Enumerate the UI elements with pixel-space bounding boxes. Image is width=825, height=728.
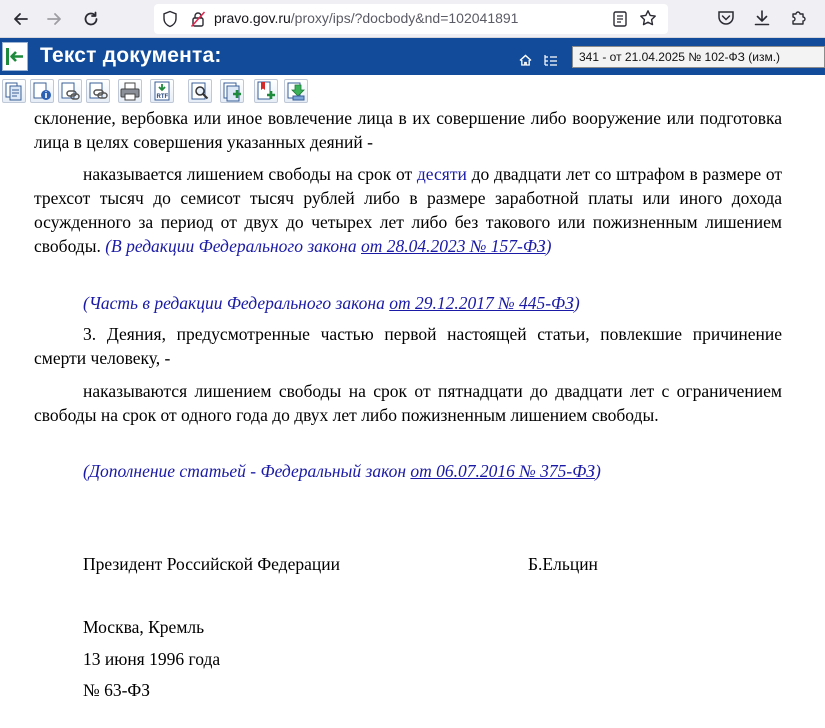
paragraph-3: 3. Деяния, предусмотренные частью первой…	[34, 324, 782, 368]
law-number: № 63-ФЗ	[83, 680, 150, 700]
law-link-157fz[interactable]: от 28.04.2023 № 157-ФЗ	[361, 236, 546, 256]
page-title: Текст документа:	[40, 44, 222, 67]
bookmark-star-icon[interactable]	[639, 9, 657, 27]
tracking-shield-icon[interactable]	[162, 10, 178, 28]
edition-note-2: (Дополнение статьей - Федеральный закон …	[34, 459, 782, 483]
reload-icon[interactable]	[80, 9, 102, 29]
back-arrow-icon[interactable]	[10, 9, 32, 29]
copy-link-icon[interactable]	[58, 79, 82, 103]
browser-toolbar: pravo.gov.ru/proxy/ips/?docbody&nd=10204…	[0, 0, 825, 38]
pocket-icon[interactable]	[716, 8, 736, 28]
term-link-desyati[interactable]: десяти	[417, 164, 467, 184]
version-select[interactable]: 341 - от 21.04.2025 № 102-ФЗ (изм.)	[572, 46, 825, 68]
edition-note-text: (В редакции Федерального закона	[105, 236, 361, 256]
export-rtf-icon[interactable]: RTF	[150, 79, 174, 103]
edition-note-2-text: (Дополнение статьей - Федеральный закон	[83, 461, 411, 481]
insecure-lock-icon[interactable]	[190, 10, 206, 28]
signing-place: Москва, Кремль	[83, 617, 205, 637]
address-bar[interactable]: pravo.gov.ru/proxy/ips/?docbody&nd=10204…	[154, 4, 668, 34]
print-icon[interactable]	[118, 79, 142, 103]
paragraph-2-text-start: наказывается лишением свободы на срок от	[83, 164, 417, 184]
law-link-375fz[interactable]: от 06.07.2016 № 375-ФЗ	[410, 461, 595, 481]
back-to-list-button[interactable]	[2, 42, 28, 71]
extensions-puzzle-icon[interactable]	[789, 8, 809, 28]
edition-note-1: (Часть в редакции Федерального закона от…	[34, 291, 782, 315]
table-of-contents-icon[interactable]	[544, 53, 558, 66]
edition-note-close: )	[545, 236, 552, 256]
edition-note-2-close: )	[594, 461, 601, 481]
download-icon[interactable]	[752, 8, 772, 28]
document-info-icon[interactable]	[30, 79, 54, 103]
exit-arrow-icon	[6, 48, 23, 65]
svg-text:RTF: RTF	[157, 94, 169, 100]
add-to-folder-icon[interactable]	[284, 79, 308, 103]
reader-view-icon[interactable]	[612, 10, 628, 28]
edition-note-1-text: (Часть в редакции Федерального закона	[83, 293, 390, 313]
add-bookmark-icon[interactable]	[254, 79, 278, 103]
signing-date: 13 июня 1996 года	[83, 649, 221, 669]
edition-note-1-close: )	[573, 293, 580, 313]
paragraph-4: наказываются лишением свободы на срок от…	[34, 381, 782, 425]
signatory-name: Б.Ельцин	[528, 554, 598, 574]
search-in-document-icon[interactable]	[188, 79, 212, 103]
copy-link-alt-icon[interactable]	[86, 79, 110, 103]
copy-document-icon[interactable]	[2, 79, 26, 103]
home-icon[interactable]	[519, 53, 532, 66]
add-to-collection-icon[interactable]	[220, 79, 244, 103]
law-link-445fz[interactable]: от 29.12.2017 № 445-ФЗ	[389, 293, 574, 313]
url-host: pravo.gov.ru	[214, 10, 291, 26]
url-text[interactable]: pravo.gov.ru/proxy/ips/?docbody&nd=10204…	[214, 10, 518, 26]
paragraph-1: склонение, вербовка или иное вовлечение …	[34, 108, 782, 152]
paragraph-2: наказывается лишением свободы на срок от…	[34, 162, 782, 258]
forward-arrow-icon[interactable]	[43, 9, 65, 29]
url-path: /proxy/ips/?docbody&nd=102041891	[290, 10, 519, 26]
signatory-position: Президент Российской Федерации	[83, 554, 340, 574]
